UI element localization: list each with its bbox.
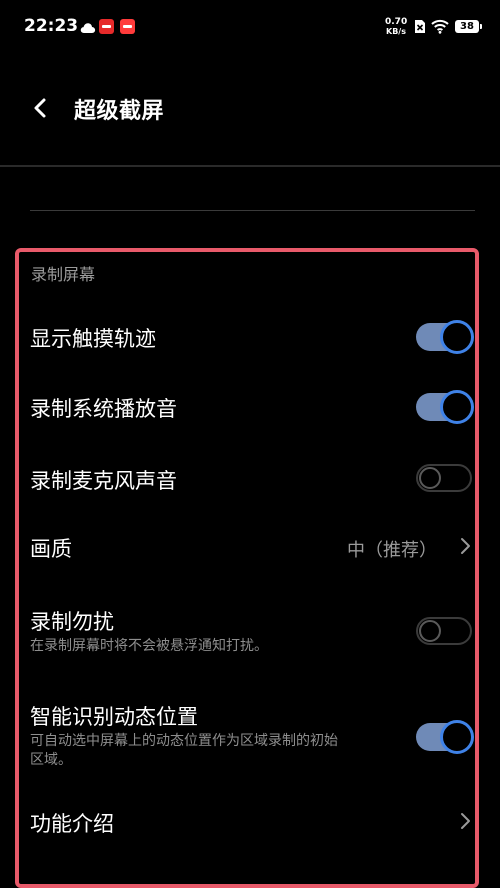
setting-title: 显示触摸轨迹 [30, 327, 156, 351]
net-speed-value: 0.70 [385, 17, 408, 27]
setting-row-smart-detect[interactable]: 智能识别动态位置 可自动选中屏幕上的动态位置作为区域录制的初始 区域。 [30, 696, 477, 776]
record-microphone-toggle[interactable] [416, 464, 472, 492]
setting-title: 录制麦克风声音 [30, 469, 177, 493]
smart-detect-toggle[interactable] [416, 720, 474, 754]
app-badge-icon [99, 19, 114, 34]
net-speed: 0.70 KB/s [385, 17, 408, 37]
cloud-icon [80, 19, 96, 38]
sim-off-icon [414, 19, 426, 38]
setting-row-show-touch-trail[interactable]: 显示触摸轨迹 [30, 316, 477, 356]
status-bar: 22:23 0.70 KB/s 38 [0, 0, 500, 56]
toggle-knob [440, 720, 474, 754]
chevron-right-icon [459, 811, 473, 831]
setting-title: 录制勿扰 [30, 610, 114, 634]
toggle-knob [440, 320, 474, 354]
battery-icon: 38 [455, 20, 482, 33]
section-header: 录制屏幕 [31, 265, 96, 284]
setting-title: 画质 [30, 537, 72, 561]
page-title: 超级截屏 [74, 99, 165, 124]
show-touch-trail-toggle[interactable] [416, 320, 474, 354]
chevron-left-icon [34, 98, 46, 118]
setting-row-record-system-audio[interactable]: 录制系统播放音 [30, 386, 477, 426]
setting-title: 智能识别动态位置 [30, 705, 198, 729]
toggle-knob [419, 467, 441, 489]
setting-description: 可自动选中屏幕上的动态位置作为区域录制的初始 [30, 733, 338, 749]
section-divider [30, 210, 475, 211]
setting-title: 功能介绍 [30, 812, 114, 836]
record-system-audio-toggle[interactable] [416, 390, 474, 424]
chevron-right-icon [459, 536, 473, 556]
setting-row-record-microphone[interactable]: 录制麦克风声音 [30, 458, 477, 498]
do-not-disturb-toggle[interactable] [416, 617, 472, 645]
app-badge-icon [120, 19, 135, 34]
header-divider [0, 165, 500, 167]
setting-row-quality[interactable]: 画质 中（推荐） [30, 526, 477, 566]
setting-title: 录制系统播放音 [30, 397, 177, 421]
setting-row-feature-intro[interactable]: 功能介绍 [30, 801, 477, 841]
net-speed-unit: KB/s [386, 27, 406, 36]
status-time: 22:23 [24, 16, 79, 36]
quality-value: 中（推荐） [347, 540, 437, 561]
setting-row-do-not-disturb[interactable]: 录制勿扰 在录制屏幕时将不会被悬浮通知打扰。 [30, 600, 477, 662]
toggle-knob [440, 390, 474, 424]
setting-description: 在录制屏幕时将不会被悬浮通知打扰。 [30, 638, 268, 654]
back-button[interactable] [24, 92, 54, 124]
header: 超级截屏 [0, 56, 500, 166]
wifi-icon [431, 19, 449, 38]
setting-description: 区域。 [30, 752, 72, 768]
toggle-knob [419, 620, 441, 642]
